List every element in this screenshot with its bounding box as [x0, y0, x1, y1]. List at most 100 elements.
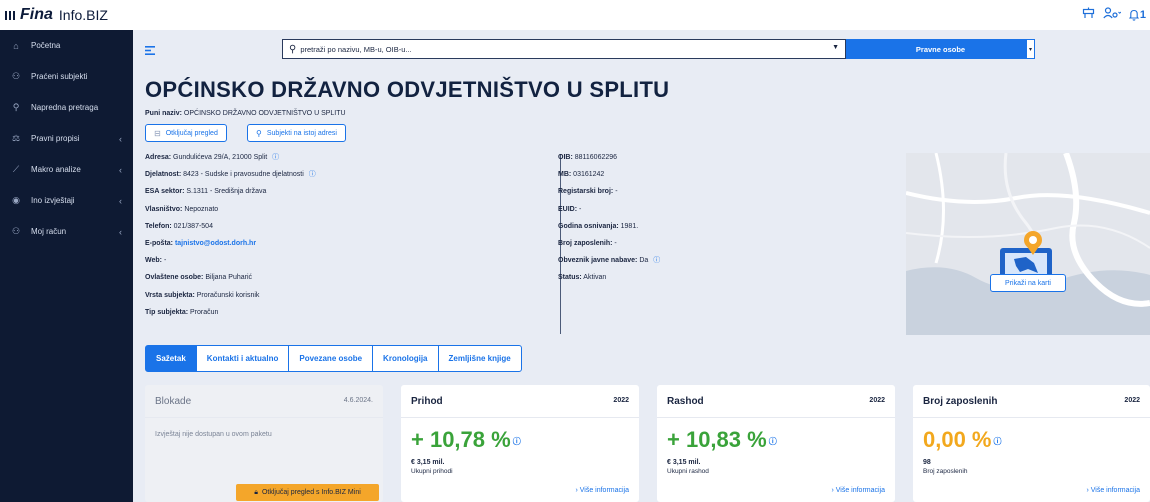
info-label: Vrsta subjekta:: [145, 291, 195, 299]
tab-povezane-osobe[interactable]: Povezane osobe: [289, 346, 374, 371]
info-label: Registarski broj:: [558, 188, 614, 196]
info-value: -: [579, 205, 582, 213]
sidebar-item-praceni-subjekti[interactable]: ⚇ Praćeni subjekti: [0, 61, 133, 92]
info-label: Status:: [558, 274, 582, 282]
more-info-label: Više informacija: [835, 487, 885, 494]
card-divider: [401, 417, 639, 418]
info-icon[interactable]: ⓘ: [653, 257, 660, 264]
menu-toggle-icon[interactable]: [145, 43, 155, 58]
unlock-view-label: Otključaj pregled: [165, 129, 218, 137]
notifications-count: 1: [1139, 8, 1146, 21]
info-label: Djelatnost:: [145, 171, 182, 179]
search-icon: ⚲: [12, 102, 20, 112]
brand-logo[interactable]: Fina: [20, 6, 53, 24]
unlock-view-button[interactable]: ⊟ Otključaj pregled: [145, 124, 227, 142]
card-kpi: + 10,78 % ⓘ: [411, 427, 521, 453]
sidebar-item-pocetna[interactable]: ⌂ Početna: [0, 30, 133, 61]
show-on-map-button[interactable]: Prikaži na karti: [990, 274, 1066, 292]
sidebar-item-label: Moj račun: [31, 227, 67, 236]
info-row-entity-kind: Vrsta subjekta: Proračunski korisnik: [145, 292, 316, 309]
info-icon[interactable]: ⓘ: [272, 154, 279, 161]
chart-icon: ⟋: [12, 164, 20, 174]
sidebar-item-napredna-pretraga[interactable]: ⚲ Napredna pretraga: [0, 92, 133, 123]
info-label: E-pošta:: [145, 239, 173, 247]
email-link[interactable]: tajnistvo@odost.dorh.hr: [175, 240, 256, 247]
card-year: 2022: [869, 397, 885, 404]
card-divider: [145, 417, 383, 418]
card-rashod: Rashod 2022 + 10,83 % ⓘ € 3,15 mil. Ukupn…: [657, 385, 895, 502]
info-row-founded: Godina osnivanja: 1981.: [558, 223, 660, 240]
cart-icon[interactable]: [1082, 7, 1095, 22]
search-scope-label: Pravne osobe: [915, 44, 966, 54]
info-label: Vlasništvo:: [145, 205, 183, 213]
info-row-authorized: Ovlaštene osobe: Biljana Puharić: [145, 274, 316, 291]
tab-bar: Sažetak Kontakti i aktualno Povezane oso…: [145, 345, 522, 372]
chevron-down-icon[interactable]: ▾: [1026, 39, 1035, 59]
info-label: Adresa:: [145, 154, 172, 161]
tab-sazetak[interactable]: Sažetak: [146, 346, 197, 371]
sidebar-item-makro-analize[interactable]: ⟋ Makro analize ‹: [0, 154, 133, 185]
info-row-phone: Telefon: 021/387-504: [145, 223, 316, 240]
unlock-mini-button[interactable]: 🔒︎ Otključaj pregled s Info.BIZ Mini: [236, 484, 379, 501]
info-left: Adresa: Gundulićeva 29/A, 21000 Split ⓘ …: [145, 154, 316, 326]
info-row-web: Web: -: [145, 257, 316, 274]
same-address-button[interactable]: ⚲ Subjekti na istoj adresi: [247, 124, 346, 142]
info-row-status: Status: Aktivan: [558, 274, 660, 291]
top-icons: 1: [1082, 7, 1146, 22]
top-bar: Fina Info.BIZ 1: [0, 0, 1150, 30]
card-divider: [657, 417, 895, 418]
sidebar-item-pravni-propisi[interactable]: ⚖ Pravni propisi ‹: [0, 123, 133, 154]
more-info-link[interactable]: › Više informacija: [831, 487, 885, 494]
page-title: OPĆINSKO DRŽAVNO ODVJETNIŠTVO U SPLITU: [145, 77, 670, 102]
info-icon[interactable]: ⓘ: [309, 171, 316, 178]
info-icon[interactable]: ⓘ: [769, 437, 777, 446]
info-row-oib: OIB: 88116062296: [558, 154, 660, 171]
search-icon: ⚲: [289, 43, 297, 55]
tab-kronologija[interactable]: Kronologija: [373, 346, 439, 371]
sidebar: ⌂ Početna ⚇ Praćeni subjekti ⚲ Napredna …: [0, 30, 133, 502]
tab-zemljisne-knjige[interactable]: Zemljišne knjige: [439, 346, 521, 371]
card-prihod: Prihod 2022 + 10,78 % ⓘ € 3,15 mil. Ukupn…: [401, 385, 639, 502]
users-icon: ⚇: [11, 71, 21, 81]
info-value: 03161242: [573, 171, 605, 179]
search-input[interactable]: ⚲ pretraži po nazivu, MB-u, OIB-u... ▼: [282, 39, 846, 59]
map-preview[interactable]: [906, 153, 1150, 335]
full-name-value: OPĆINSKO DRŽAVNO ODVJETNIŠTVO U SPLITU: [183, 110, 346, 117]
info-label: ESA sektor:: [145, 188, 185, 196]
info-value: -: [163, 257, 167, 265]
chevron-down-icon[interactable]: ▼: [832, 44, 839, 51]
card-title: Broj zaposlenih: [923, 396, 998, 407]
sidebar-item-ino-izvjestaji[interactable]: ◉ Ino izvještaji ‹: [0, 185, 133, 216]
info-icon[interactable]: ⓘ: [994, 437, 1002, 446]
user-icon: ⚇: [11, 226, 21, 236]
sidebar-item-label: Pravni propisi: [31, 134, 80, 143]
info-row-esa: ESA sektor: S.1311 - Središnja država: [145, 188, 316, 205]
sidebar-item-moj-racun[interactable]: ⚇ Moj račun ‹: [0, 216, 133, 247]
card-title: Prihod: [411, 396, 443, 407]
card-date: 4.6.2024.: [343, 397, 373, 404]
card-kpi: 0,00 % ⓘ: [923, 427, 1002, 453]
card-year: 2022: [1124, 397, 1140, 404]
card-title: Rashod: [667, 396, 704, 407]
info-label: Broj zaposlenih:: [558, 239, 613, 247]
product-name: Info.BIZ: [58, 7, 108, 23]
info-row-email: E-pošta: tajnistvo@odost.dorh.hr: [145, 240, 316, 257]
user-menu-icon[interactable]: [1103, 7, 1122, 22]
chevron-left-icon: ‹: [119, 133, 122, 144]
card-amount: € 3,15 mil.: [411, 459, 445, 466]
main-content: ⚲ pretraži po nazivu, MB-u, OIB-u... ▼ P…: [133, 30, 1150, 502]
sidebar-item-label: Napredna pretraga: [31, 103, 99, 112]
card-blokade: Blokade 4.6.2024. Izvještaj nije dostupa…: [145, 385, 383, 502]
info-icon[interactable]: ⓘ: [513, 437, 521, 446]
info-row-address: Adresa: Gundulićeva 29/A, 21000 Split ⓘ: [145, 154, 316, 171]
more-info-link[interactable]: › Više informacija: [575, 487, 629, 494]
more-info-link[interactable]: › Više informacija: [1086, 487, 1140, 494]
info-value: Nepoznato: [184, 205, 219, 213]
card-broj-zaposlenih: Broj zaposlenih 2022 0,00 % ⓘ 98 Broj zap…: [913, 385, 1150, 502]
search-scope-select[interactable]: Pravne osobe ▾: [846, 39, 1035, 59]
notifications-bell-icon[interactable]: 1: [1128, 8, 1146, 21]
info-row-mb: MB: 03161242: [558, 171, 660, 188]
info-value: 1981.: [620, 222, 639, 230]
tab-kontakti[interactable]: Kontakti i aktualno: [197, 346, 290, 371]
info-row-ownership: Vlasništvo: Nepoznato: [145, 206, 316, 223]
